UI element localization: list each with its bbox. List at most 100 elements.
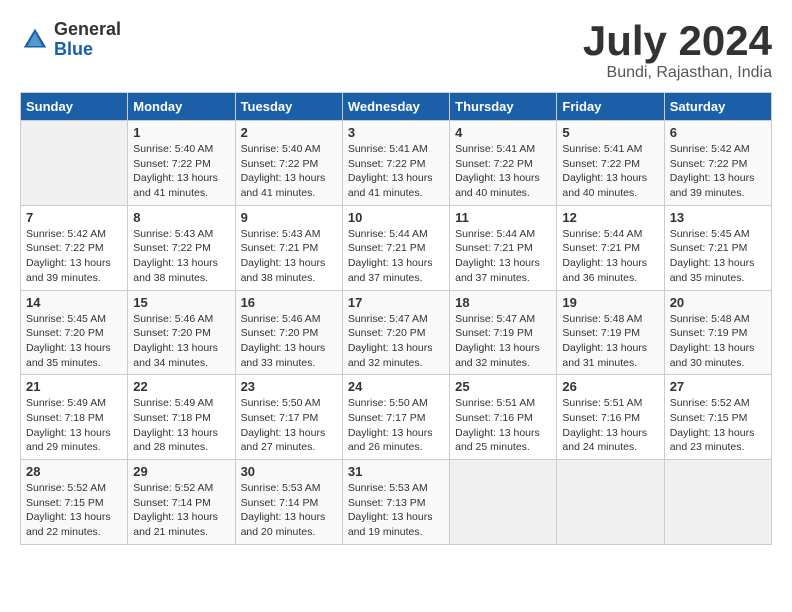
daylight: Daylight: 13 hours and 36 minutes. xyxy=(562,257,647,284)
calendar-cell: 2 Sunrise: 5:40 AMSunset: 7:22 PMDaylight… xyxy=(235,121,342,206)
day-info: Sunrise: 5:48 AMSunset: 7:19 PMDaylight:… xyxy=(670,312,766,371)
sunrise: Sunrise: 5:52 AM xyxy=(670,397,750,409)
day-info: Sunrise: 5:49 AMSunset: 7:18 PMDaylight:… xyxy=(26,396,122,455)
day-info: Sunrise: 5:53 AMSunset: 7:14 PMDaylight:… xyxy=(241,481,337,540)
sunset: Sunset: 7:20 PM xyxy=(133,327,211,339)
daylight: Daylight: 13 hours and 34 minutes. xyxy=(133,342,218,369)
day-number: 15 xyxy=(133,295,229,310)
calendar-cell: 25Sunrise: 5:51 AMSunset: 7:16 PMDayligh… xyxy=(450,375,557,460)
day-number: 22 xyxy=(133,379,229,394)
day-info: Sunrise: 5:42 AMSunset: 7:22 PMDaylight:… xyxy=(670,142,766,201)
sunset: Sunset: 7:18 PM xyxy=(133,412,211,424)
sunset: Sunset: 7:15 PM xyxy=(670,412,748,424)
day-number: 12 xyxy=(562,210,658,225)
logo-icon xyxy=(20,25,50,55)
daylight: Daylight: 13 hours and 39 minutes. xyxy=(670,172,755,199)
sunset: Sunset: 7:14 PM xyxy=(133,497,211,509)
day-number: 3 xyxy=(348,125,444,140)
calendar-cell: 20Sunrise: 5:48 AMSunset: 7:19 PMDayligh… xyxy=(664,290,771,375)
calendar-week-3: 14Sunrise: 5:45 AMSunset: 7:20 PMDayligh… xyxy=(21,290,772,375)
logo-general-text: General xyxy=(54,20,121,40)
daylight: Daylight: 13 hours and 30 minutes. xyxy=(670,342,755,369)
calendar-cell: 1Sunrise: 5:40 AMSunset: 7:22 PMDaylight… xyxy=(128,121,235,206)
daylight: Daylight: 13 hours and 32 minutes. xyxy=(348,342,433,369)
daylight: Daylight: 13 hours and 35 minutes. xyxy=(670,257,755,284)
day-number: 30 xyxy=(241,464,337,479)
logo-text: General Blue xyxy=(54,20,121,60)
sunrise: Sunrise: 5:46 AM xyxy=(241,313,321,325)
daylight: Daylight: 13 hours and 32 minutes. xyxy=(455,342,540,369)
sunrise: Sunrise: 5:46 AM xyxy=(133,313,213,325)
day-number: 19 xyxy=(562,295,658,310)
sunset: Sunset: 7:15 PM xyxy=(26,497,104,509)
day-info: Sunrise: 5:50 AMSunset: 7:17 PMDaylight:… xyxy=(348,396,444,455)
daylight: Daylight: 13 hours and 37 minutes. xyxy=(455,257,540,284)
sunrise: Sunrise: 5:50 AM xyxy=(241,397,321,409)
day-number: 6 xyxy=(670,125,766,140)
header-day-friday: Friday xyxy=(557,93,664,121)
sunrise: Sunrise: 5:42 AM xyxy=(26,228,106,240)
day-info: Sunrise: 5:40 AMSunset: 7:22 PMDaylight:… xyxy=(241,142,337,201)
day-info: Sunrise: 5:45 AMSunset: 7:21 PMDaylight:… xyxy=(670,227,766,286)
daylight: Daylight: 13 hours and 31 minutes. xyxy=(562,342,647,369)
calendar-cell: 13Sunrise: 5:45 AMSunset: 7:21 PMDayligh… xyxy=(664,205,771,290)
day-number: 25 xyxy=(455,379,551,394)
calendar-cell: 3 Sunrise: 5:41 AMSunset: 7:22 PMDaylight… xyxy=(342,121,449,206)
day-number: 5 xyxy=(562,125,658,140)
sunrise: Sunrise: 5:43 AM xyxy=(241,228,321,240)
daylight: Daylight: 13 hours and 35 minutes. xyxy=(26,342,111,369)
sunset: Sunset: 7:22 PM xyxy=(562,158,640,170)
sunset: Sunset: 7:13 PM xyxy=(348,497,426,509)
sunset: Sunset: 7:22 PM xyxy=(133,158,211,170)
day-info: Sunrise: 5:46 AMSunset: 7:20 PMDaylight:… xyxy=(241,312,337,371)
sunset: Sunset: 7:17 PM xyxy=(241,412,319,424)
day-number: 11 xyxy=(455,210,551,225)
sunrise: Sunrise: 5:53 AM xyxy=(241,482,321,494)
calendar-week-5: 28Sunrise: 5:52 AMSunset: 7:15 PMDayligh… xyxy=(21,460,772,545)
title-section: July 2024 Bundi, Rajasthan, India xyxy=(583,20,772,82)
day-number: 26 xyxy=(562,379,658,394)
sunset: Sunset: 7:17 PM xyxy=(348,412,426,424)
sunset: Sunset: 7:19 PM xyxy=(455,327,533,339)
daylight: Daylight: 13 hours and 39 minutes. xyxy=(26,257,111,284)
daylight: Daylight: 13 hours and 41 minutes. xyxy=(133,172,218,199)
day-number: 17 xyxy=(348,295,444,310)
sunset: Sunset: 7:19 PM xyxy=(562,327,640,339)
sunset: Sunset: 7:19 PM xyxy=(670,327,748,339)
daylight: Daylight: 13 hours and 37 minutes. xyxy=(348,257,433,284)
calendar-cell: 16Sunrise: 5:46 AMSunset: 7:20 PMDayligh… xyxy=(235,290,342,375)
sunset: Sunset: 7:16 PM xyxy=(562,412,640,424)
daylight: Daylight: 13 hours and 22 minutes. xyxy=(26,511,111,538)
sunrise: Sunrise: 5:51 AM xyxy=(455,397,535,409)
calendar-cell: 11Sunrise: 5:44 AMSunset: 7:21 PMDayligh… xyxy=(450,205,557,290)
sunset: Sunset: 7:22 PM xyxy=(455,158,533,170)
sunset: Sunset: 7:21 PM xyxy=(348,242,426,254)
sunset: Sunset: 7:20 PM xyxy=(241,327,319,339)
day-info: Sunrise: 5:51 AMSunset: 7:16 PMDaylight:… xyxy=(562,396,658,455)
day-info: Sunrise: 5:52 AMSunset: 7:15 PMDaylight:… xyxy=(26,481,122,540)
sunset: Sunset: 7:16 PM xyxy=(455,412,533,424)
day-number: 24 xyxy=(348,379,444,394)
calendar-cell: 10Sunrise: 5:44 AMSunset: 7:21 PMDayligh… xyxy=(342,205,449,290)
calendar-cell: 18Sunrise: 5:47 AMSunset: 7:19 PMDayligh… xyxy=(450,290,557,375)
sunrise: Sunrise: 5:48 AM xyxy=(562,313,642,325)
day-number: 21 xyxy=(26,379,122,394)
day-info: Sunrise: 5:41 AMSunset: 7:22 PMDaylight:… xyxy=(562,142,658,201)
day-number: 2 xyxy=(241,125,337,140)
day-number: 1 xyxy=(133,125,229,140)
sunrise: Sunrise: 5:50 AM xyxy=(348,397,428,409)
calendar-cell: 26 Sunrise: 5:51 AMSunset: 7:16 PMDayligh… xyxy=(557,375,664,460)
day-number: 4 xyxy=(455,125,551,140)
sunrise: Sunrise: 5:52 AM xyxy=(133,482,213,494)
calendar-cell: 27Sunrise: 5:52 AMSunset: 7:15 PMDayligh… xyxy=(664,375,771,460)
daylight: Daylight: 13 hours and 41 minutes. xyxy=(348,172,433,199)
day-number: 8 xyxy=(133,210,229,225)
day-info: Sunrise: 5:41 AMSunset: 7:22 PMDaylight:… xyxy=(348,142,444,201)
sunrise: Sunrise: 5:40 AM xyxy=(241,143,321,155)
sunrise: Sunrise: 5:53 AM xyxy=(348,482,428,494)
calendar-cell: 5 Sunrise: 5:41 AMSunset: 7:22 PMDaylight… xyxy=(557,121,664,206)
day-info: Sunrise: 5:41 AMSunset: 7:22 PMDaylight:… xyxy=(455,142,551,201)
sunrise: Sunrise: 5:49 AM xyxy=(26,397,106,409)
day-number: 31 xyxy=(348,464,444,479)
calendar-cell xyxy=(557,460,664,545)
